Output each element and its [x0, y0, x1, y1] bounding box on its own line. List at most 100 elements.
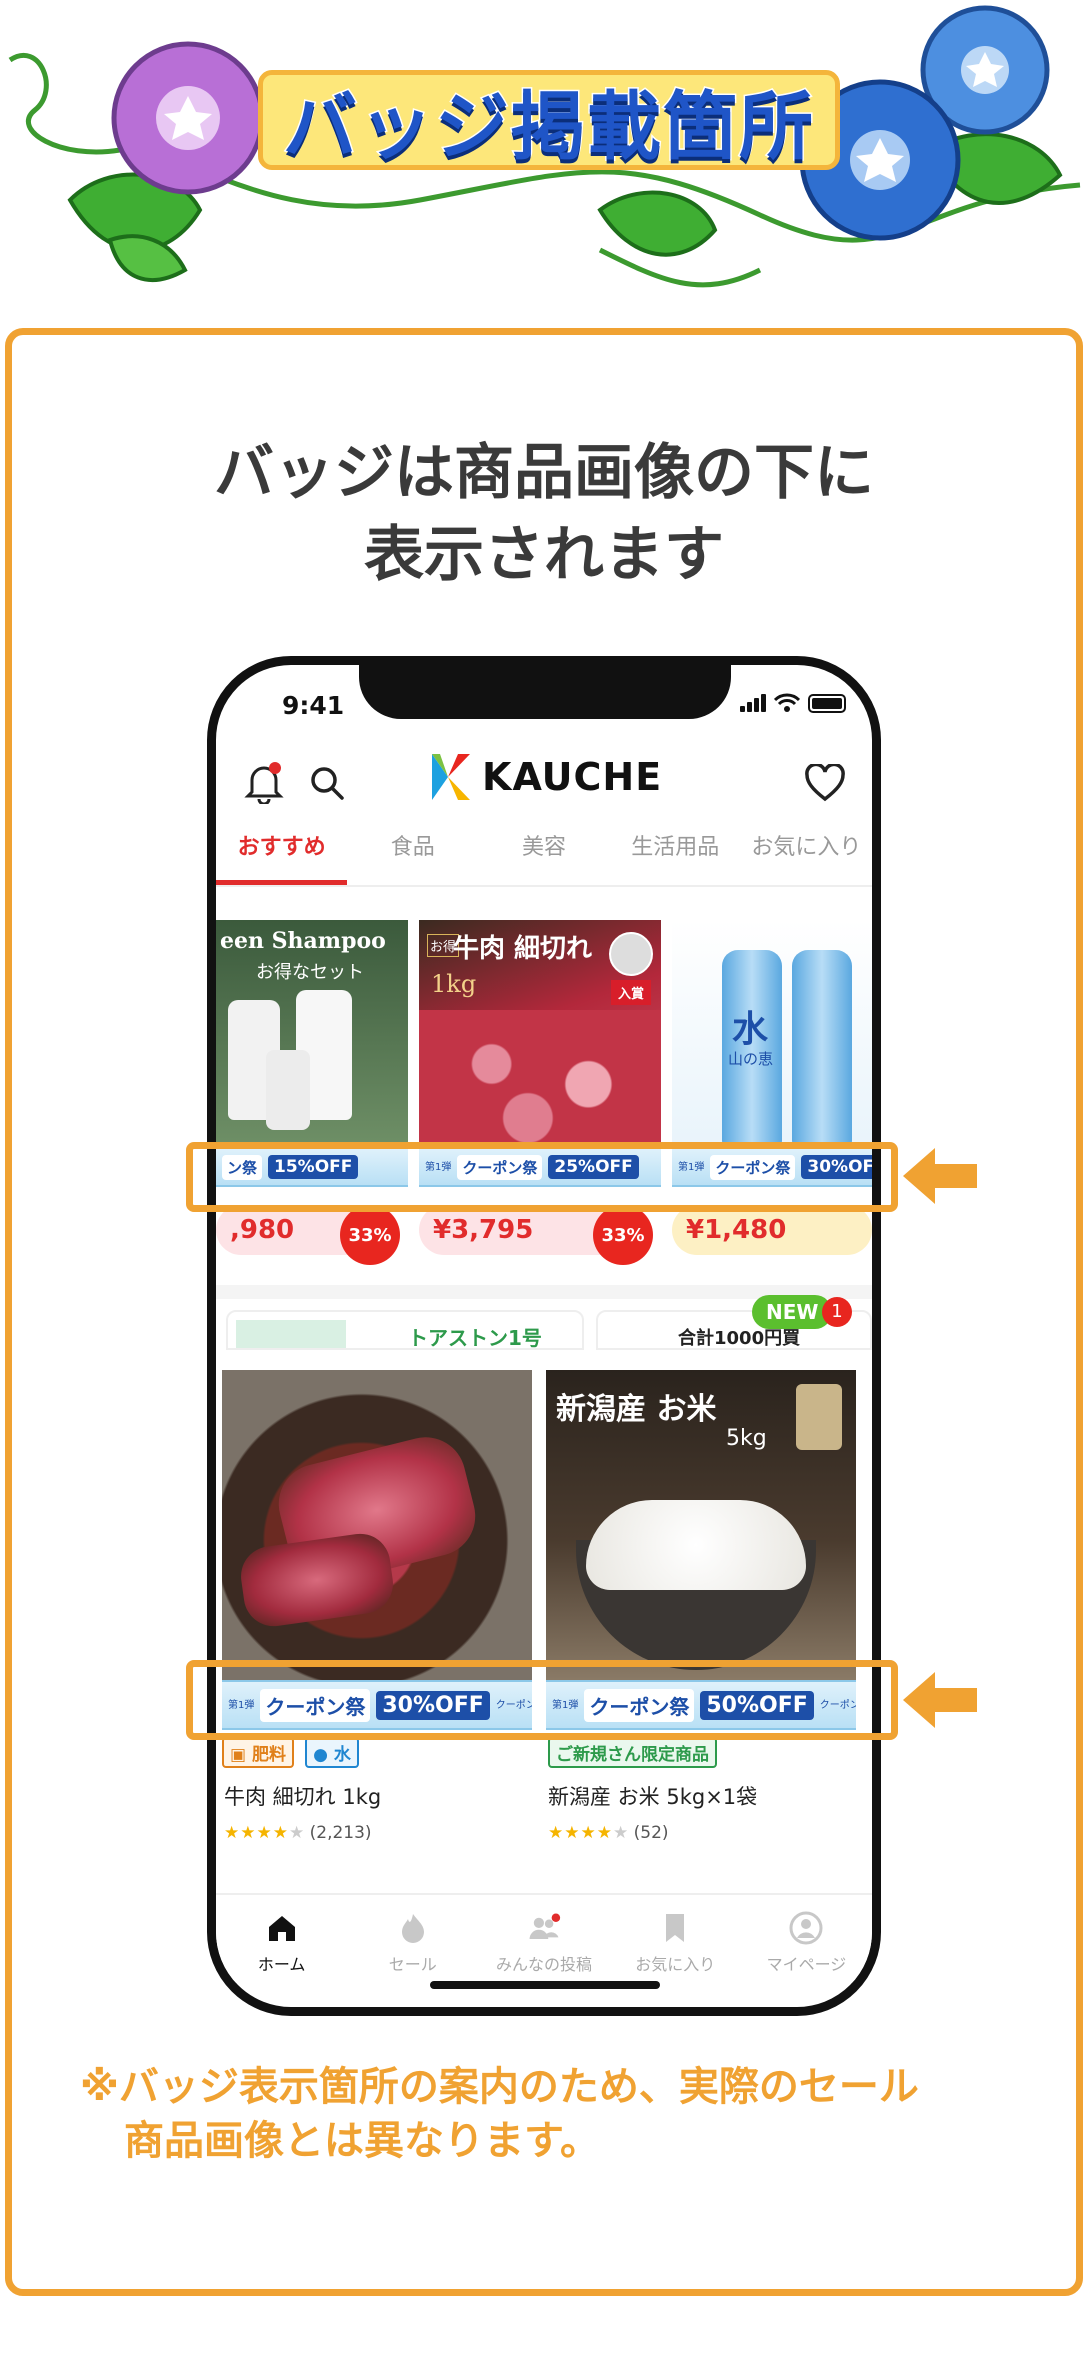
arrow-left-icon: [903, 1148, 977, 1204]
image-caption: 水: [732, 1008, 769, 1050]
rating-count: (52): [633, 1823, 669, 1843]
app-header: KAUCHE: [216, 740, 872, 820]
disclaimer-note: ※バッジ表示箇所の案内のため、実際のセール 商品画像とは異なります。: [80, 2060, 1040, 2168]
award-medal: [609, 932, 653, 976]
image-subcaption: 1kg: [431, 970, 477, 998]
product-tags: ご新規さん限定商品: [548, 1737, 723, 1768]
status-time: 9:41: [282, 691, 345, 720]
logo-text: KAUCHE: [482, 755, 663, 799]
tag-label: 肥料: [251, 1745, 286, 1765]
tab-food[interactable]: 食品: [347, 815, 478, 885]
bottle-shape: [266, 1050, 310, 1130]
tab-daily-goods[interactable]: 生活用品: [610, 815, 741, 885]
tabbar-label: セール: [388, 1955, 437, 1974]
campaign-card-text: トアストン1号: [408, 1326, 542, 1350]
tabbar-label: マイページ: [766, 1955, 847, 1974]
banner-title-text: バッジ掲載箇所: [282, 82, 815, 171]
tab-recommend[interactable]: おすすめ: [216, 815, 348, 885]
kauche-logo-icon: [432, 754, 470, 800]
bottle-shape: [792, 950, 852, 1145]
phone-mockup: 9:41 KAUCHE おすすめ 食品 美容 生活用品 お気に入り een Sh…: [207, 656, 881, 2016]
banner-title: バッジ掲載箇所: [258, 70, 840, 171]
meat-texture: [419, 1010, 661, 1145]
rating: ★★★★★ (52): [548, 1823, 669, 1843]
image-subcaption: 山の恵: [728, 1050, 774, 1068]
bottom-tab-bar: ホーム セール みんなの投稿 お気に入り マイページ: [216, 1893, 872, 1983]
tag-label: 水: [333, 1745, 351, 1765]
discount-badge: 33%: [593, 1205, 653, 1265]
wifi-icon: [774, 693, 800, 712]
bag-icon: ▣: [230, 1745, 252, 1765]
star-empty-icon: ★: [288, 1823, 305, 1843]
tabbar-label: お気に入り: [635, 1955, 716, 1974]
campaign-card-thumb: [236, 1320, 346, 1348]
star-empty-icon: ★: [612, 1823, 629, 1843]
tabbar-label: みんなの投稿: [496, 1955, 593, 1974]
headline: バッジは商品画像の下に 表示されます: [0, 432, 1088, 596]
price: ¥1,480: [686, 1215, 787, 1245]
badge-highlight-box: [186, 1142, 898, 1212]
image-subcaption: 5kg: [726, 1426, 767, 1451]
image-caption: 牛肉 細切れ: [453, 934, 593, 964]
grid-item-rice[interactable]: 新潟産 お米 5kg: [546, 1370, 856, 1680]
star-icons: ★★★★: [548, 1823, 613, 1843]
search-icon[interactable]: [308, 764, 346, 802]
carousel-item-beef[interactable]: お得 牛肉 細切れ 1kg 入賞: [419, 920, 661, 1145]
person-icon: [789, 1911, 823, 1945]
notification-count-badge: 1: [822, 1297, 852, 1327]
price: ,980: [230, 1215, 295, 1245]
tabbar-sale[interactable]: セール: [347, 1895, 478, 1983]
headline-line-1: バッジは商品画像の下に: [214, 438, 874, 508]
campaign-card[interactable]: トアストン1号: [226, 1310, 584, 1350]
steak-slice: [237, 1529, 397, 1631]
tabbar-label: ホーム: [257, 1955, 306, 1974]
grid-item-steak[interactable]: [222, 1370, 532, 1680]
product-tags: ▣ 肥料 ● 水: [222, 1737, 365, 1768]
badge-highlight-box: [186, 1660, 898, 1740]
signal-icon: [740, 694, 766, 712]
status-icons: [740, 693, 846, 713]
rating: ★★★★★ (2,213): [224, 1823, 372, 1843]
tabbar-mypage[interactable]: マイページ: [741, 1895, 872, 1983]
bell-icon[interactable]: [244, 760, 284, 804]
product-image-beef: お得 牛肉 細切れ 1kg 入賞: [419, 920, 661, 1145]
tabbar-favorites[interactable]: お気に入り: [610, 1895, 741, 1983]
discount-badge: 33%: [340, 1205, 400, 1265]
arrow-left-icon: [903, 1672, 977, 1728]
heart-icon[interactable]: [804, 764, 846, 802]
tag-new-customer: ご新規さん限定商品: [548, 1737, 717, 1768]
price-pill: ¥1,480: [672, 1205, 872, 1255]
rice-bag: [796, 1384, 842, 1450]
image-subcaption: お得なセット: [256, 962, 364, 983]
award-ribbon: 入賞: [611, 980, 651, 1005]
product-name[interactable]: 牛肉 細切れ 1kg: [224, 1781, 381, 1811]
tab-beauty[interactable]: 美容: [478, 815, 609, 885]
droplet-icon: ●: [313, 1745, 334, 1765]
tabbar-posts[interactable]: みんなの投稿: [478, 1895, 609, 1983]
carousel-item-water[interactable]: 水 山の恵: [672, 920, 872, 1145]
price: ¥3,795: [433, 1215, 534, 1245]
note-line-1: ※バッジ表示箇所の案内のため、実際のセール: [80, 2064, 919, 2110]
product-image-shampoo: een Shampoo お得なセット: [216, 920, 408, 1145]
star-icons: ★★★★: [224, 1823, 289, 1843]
tabbar-home[interactable]: ホーム: [216, 1895, 347, 1983]
fire-icon: [401, 1914, 424, 1943]
image-caption: een Shampoo: [220, 928, 386, 954]
rating-count: (2,213): [309, 1823, 372, 1843]
home-indicator: [430, 1981, 660, 1989]
tag-fertilizer: ▣ 肥料: [222, 1737, 294, 1768]
product-name[interactable]: 新潟産 お米 5kg×1袋: [548, 1781, 757, 1811]
headline-line-2: 表示されます: [364, 520, 724, 590]
battery-icon: [808, 693, 846, 713]
kauche-logo[interactable]: KAUCHE: [428, 752, 662, 802]
phone-notch: [359, 665, 731, 719]
home-icon: [268, 1916, 295, 1941]
tag-water: ● 水: [305, 1737, 359, 1768]
header-banner: バッジ掲載箇所: [0, 0, 1088, 310]
image-caption: 新潟産 お米: [556, 1392, 717, 1427]
new-badge: NEW: [752, 1295, 833, 1329]
people-icon: [529, 1913, 561, 1940]
carousel-item-shampoo[interactable]: een Shampoo お得なセット: [216, 920, 408, 1145]
tab-favorites[interactable]: お気に入り: [741, 815, 872, 885]
note-line-2: 商品画像とは異なります。: [124, 2118, 600, 2164]
